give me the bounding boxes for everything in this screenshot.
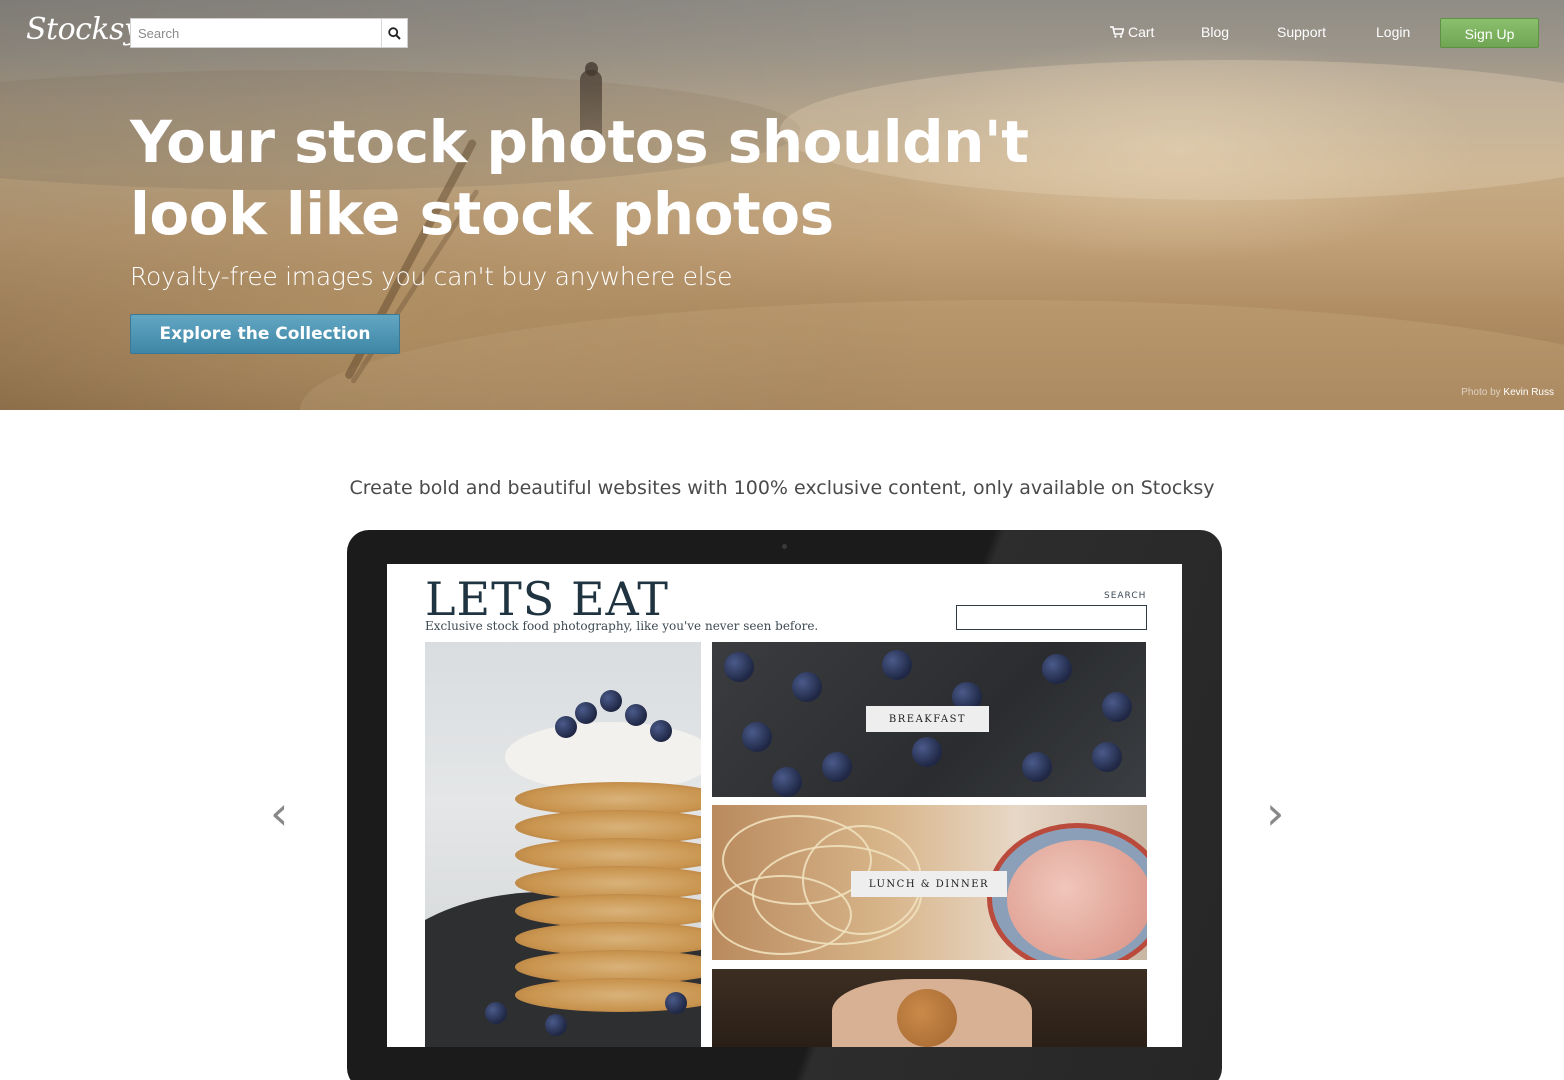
category-breakfast[interactable]: BREAKFAST [866, 706, 989, 732]
carousel-next-button[interactable]: › [1266, 790, 1284, 836]
hero-headline: Your stock photos shouldn't look like st… [130, 106, 1030, 250]
tablet-camera [782, 544, 787, 549]
search-button[interactable] [381, 19, 407, 47]
photo-credit-prefix: Photo by [1461, 387, 1501, 398]
explore-collection-button[interactable]: Explore the Collection [130, 314, 400, 354]
tablet-screen: LETS EAT Exclusive stock food photograph… [387, 564, 1182, 1047]
nav-cart-label: Cart [1128, 24, 1155, 40]
search-icon [388, 26, 401, 40]
photo-credit: Photo by Kevin Russ [1461, 387, 1554, 398]
cart-icon [1110, 26, 1124, 38]
site-title: LETS EAT [425, 572, 669, 626]
nav-cart[interactable]: Cart [1110, 24, 1154, 40]
showcase-tagline: Create bold and beautiful websites with … [349, 477, 1215, 499]
photo-credit-author[interactable]: Kevin Russ [1503, 387, 1554, 398]
search-box [130, 18, 408, 48]
stocksy-logo[interactable]: Stocksy [26, 12, 141, 47]
hero-headline-line: Your stock photos shouldn't [130, 108, 1029, 176]
nav-blog[interactable]: Blog [1201, 24, 1229, 40]
hero-subheading: Royalty-free images you can't buy anywhe… [130, 262, 733, 291]
carousel-prev-button[interactable]: ‹ [270, 790, 288, 836]
nav-support[interactable]: Support [1277, 24, 1326, 40]
site-search-label: SEARCH [1104, 591, 1147, 601]
nav-login[interactable]: Login [1376, 24, 1410, 40]
cookie-photo[interactable] [712, 969, 1147, 1047]
signup-button[interactable]: Sign Up [1440, 18, 1539, 48]
category-lunch-dinner[interactable]: LUNCH & DINNER [851, 871, 1007, 897]
site-subtitle: Exclusive stock food photography, like y… [425, 619, 819, 633]
site-search-input[interactable] [956, 605, 1147, 630]
pancakes-photo[interactable] [425, 642, 701, 1047]
search-input[interactable] [131, 19, 381, 47]
hero-headline-line: look like stock photos [130, 180, 834, 248]
